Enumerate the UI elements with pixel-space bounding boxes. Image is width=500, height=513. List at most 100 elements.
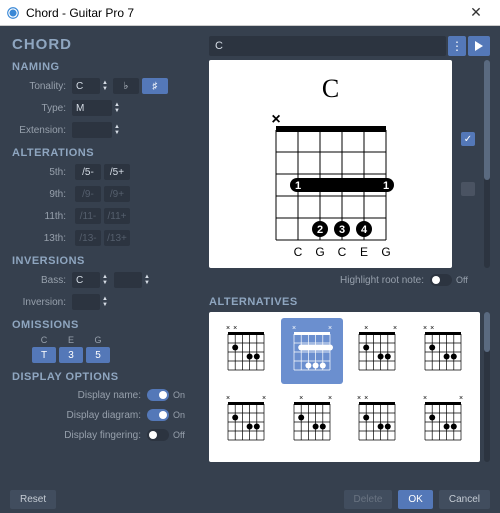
- om-head-0: C: [32, 335, 56, 345]
- alt-minus-1: /9-: [75, 186, 101, 202]
- reset-button[interactable]: Reset: [10, 490, 56, 509]
- highlight-root-label: Highlight root note:: [340, 275, 424, 286]
- alternative-0[interactable]: ××: [215, 318, 277, 384]
- inversion-select[interactable]: [72, 294, 100, 310]
- svg-text:C: C: [337, 245, 346, 259]
- highlight-root-toggle[interactable]: [430, 274, 452, 286]
- extension-select[interactable]: [72, 122, 112, 138]
- diagram-check-2[interactable]: [461, 182, 475, 196]
- svg-text:×: ×: [226, 395, 230, 402]
- alternative-3[interactable]: ××: [412, 318, 474, 384]
- alternative-10[interactable]: ××: [347, 458, 409, 462]
- svg-text:2: 2: [316, 224, 322, 236]
- alt-minus-0[interactable]: /5-: [75, 164, 101, 180]
- alterations-header: ALTERATIONS: [12, 147, 193, 159]
- inversion-stepper[interactable]: ▲▼: [100, 294, 110, 310]
- svg-text:×: ×: [328, 325, 332, 332]
- cancel-button[interactable]: Cancel: [439, 490, 490, 509]
- chord-name-input[interactable]: C: [209, 36, 446, 56]
- tonality-label: Tonality:: [12, 81, 66, 92]
- svg-text:C: C: [293, 245, 302, 259]
- extension-label: Extension:: [12, 125, 66, 136]
- alt-plus-2: /11+: [104, 208, 130, 224]
- footer: Reset Delete OK Cancel: [0, 486, 500, 513]
- bass-label: Bass:: [12, 275, 66, 286]
- svg-text:×: ×: [233, 325, 237, 332]
- svg-text:1: 1: [382, 180, 388, 192]
- tonality-stepper[interactable]: ▲▼: [100, 78, 110, 94]
- alt-plus-3: /13+: [104, 230, 130, 246]
- alt-plus-1: /9+: [104, 186, 130, 202]
- display-fingering-state: Off: [173, 430, 193, 440]
- app-icon: [6, 6, 20, 20]
- delete-button[interactable]: Delete: [344, 490, 393, 509]
- bass-stepper-2[interactable]: ▲▼: [142, 272, 152, 288]
- fretboard-svg: ×11234CGCEG: [261, 112, 401, 272]
- display-name-toggle[interactable]: [147, 389, 169, 401]
- alternative-4[interactable]: ××: [215, 388, 277, 454]
- window-title: Chord - Guitar Pro 7: [26, 6, 458, 20]
- svg-text:1: 1: [294, 180, 300, 192]
- alternatives-grid: ××××××××××××××××××××××××: [209, 312, 480, 462]
- chord-header: CHORD: [12, 36, 193, 53]
- svg-text:×: ×: [271, 112, 280, 128]
- om-head-1: E: [59, 335, 83, 345]
- svg-text:×: ×: [226, 325, 230, 332]
- svg-text:×: ×: [365, 395, 369, 402]
- chord-more-button[interactable]: ⋮: [448, 36, 466, 56]
- chord-display-name: C: [209, 74, 452, 104]
- right-scrollbar[interactable]: [484, 60, 490, 268]
- om-btn-2[interactable]: 5: [86, 347, 110, 363]
- tonality-select[interactable]: C: [72, 78, 100, 94]
- alternative-8[interactable]: ××: [215, 458, 277, 462]
- svg-text:×: ×: [393, 325, 397, 332]
- display-name-state: On: [173, 390, 193, 400]
- svg-text:×: ×: [292, 325, 296, 332]
- sharp-button[interactable]: ♯: [142, 78, 168, 94]
- type-label: Type:: [12, 103, 66, 114]
- bass-select[interactable]: C: [72, 272, 100, 288]
- omissions-header: OMISSIONS: [12, 319, 193, 331]
- inversion-label: Inversion:: [12, 297, 66, 308]
- alt-minus-3: /13-: [75, 230, 101, 246]
- chord-play-button[interactable]: [468, 36, 490, 56]
- svg-text:×: ×: [357, 395, 361, 402]
- ok-button[interactable]: OK: [398, 490, 432, 509]
- display-diagram-state: On: [173, 410, 193, 420]
- flat-button[interactable]: ♭: [113, 78, 139, 94]
- om-btn-1[interactable]: 3: [59, 347, 83, 363]
- bass-stepper[interactable]: ▲▼: [100, 272, 110, 288]
- alternative-7[interactable]: ××: [412, 388, 474, 454]
- svg-text:E: E: [359, 245, 367, 259]
- left-panel: CHORD NAMING Tonality: C ▲▼ ♭ ♯ Type: M …: [0, 26, 205, 486]
- diagram-check-1[interactable]: ✓: [461, 132, 475, 146]
- alternative-2[interactable]: ××: [347, 318, 409, 384]
- om-btn-0[interactable]: T: [32, 347, 56, 363]
- alternatives-scrollbar[interactable]: [484, 312, 490, 462]
- display-fingering-label: Display fingering:: [64, 430, 141, 441]
- alternative-5[interactable]: ××: [281, 388, 343, 454]
- main-diagram[interactable]: C ×11234CGCEG: [209, 60, 452, 268]
- type-stepper[interactable]: ▲▼: [112, 100, 122, 116]
- alternative-11[interactable]: ××: [412, 458, 474, 462]
- svg-text:×: ×: [262, 395, 266, 402]
- svg-text:G: G: [315, 245, 324, 259]
- svg-text:×: ×: [423, 395, 427, 402]
- display-fingering-toggle[interactable]: [147, 429, 169, 441]
- svg-text:3: 3: [338, 224, 344, 236]
- alternative-1[interactable]: ××: [281, 318, 343, 384]
- close-button[interactable]: ✕: [458, 0, 494, 25]
- naming-header: NAMING: [12, 61, 193, 73]
- bass-select-2[interactable]: [114, 272, 142, 288]
- extension-stepper[interactable]: ▲▼: [112, 122, 122, 138]
- display-diagram-toggle[interactable]: [147, 409, 169, 421]
- alternative-6[interactable]: ××: [347, 388, 409, 454]
- alt-label-0: 5th:: [12, 167, 66, 178]
- type-select[interactable]: M: [72, 100, 112, 116]
- svg-text:4: 4: [360, 224, 367, 236]
- alt-plus-0[interactable]: /5+: [104, 164, 130, 180]
- display-name-label: Display name:: [78, 390, 141, 401]
- alt-label-2: 11th:: [12, 211, 66, 222]
- highlight-root-state: Off: [456, 275, 476, 285]
- alternative-9[interactable]: ××: [281, 458, 343, 462]
